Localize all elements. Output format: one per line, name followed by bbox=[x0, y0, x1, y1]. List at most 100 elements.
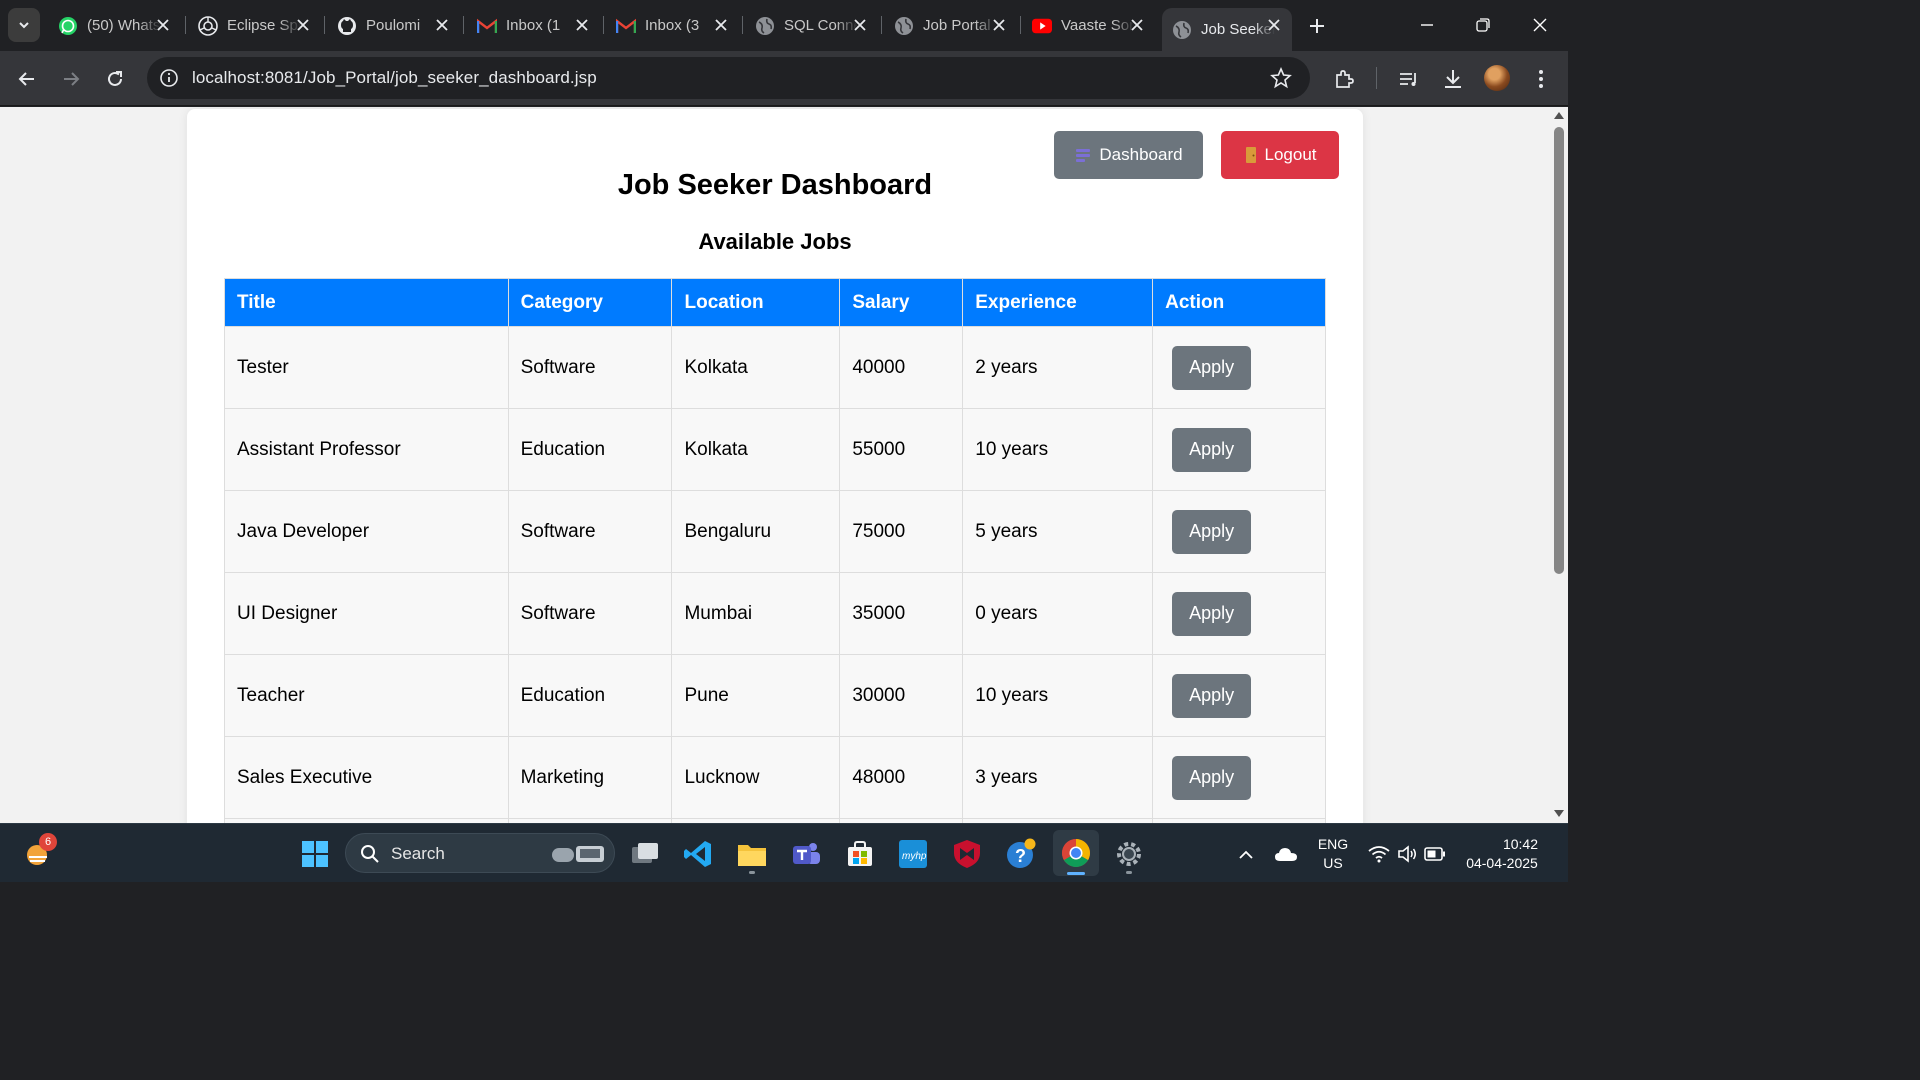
apply-button[interactable]: Apply bbox=[1172, 345, 1252, 390]
apply-button[interactable]: Apply bbox=[1172, 591, 1252, 636]
reading-list-button[interactable] bbox=[1393, 63, 1425, 95]
tab-search-button[interactable] bbox=[8, 8, 40, 42]
teams-icon bbox=[793, 843, 820, 864]
job-location-cell: Mumbai bbox=[671, 572, 841, 655]
column-header-title: Title bbox=[224, 278, 509, 327]
vscode-app[interactable] bbox=[678, 834, 718, 874]
speaker-icon bbox=[1398, 845, 1416, 863]
tab-youtube[interactable]: Vaaste Song bbox=[1022, 8, 1155, 43]
taskbar-search[interactable]: Search bbox=[345, 833, 615, 873]
start-button[interactable] bbox=[295, 834, 335, 874]
apply-button[interactable]: Apply bbox=[1172, 673, 1252, 718]
gamepad-icon bbox=[552, 846, 604, 862]
tab-job-seeker-active[interactable]: Job Seeker bbox=[1162, 8, 1292, 51]
clock-time: 10:42 bbox=[1502, 836, 1538, 852]
mcafee-app[interactable] bbox=[947, 834, 987, 874]
teams-app[interactable] bbox=[786, 834, 826, 874]
column-header-location: Location bbox=[671, 278, 841, 327]
battery-icon bbox=[1424, 847, 1445, 861]
back-button[interactable] bbox=[11, 63, 43, 95]
url-text[interactable]: localhost:8081/Job_Portal/job_seeker_das… bbox=[192, 68, 597, 88]
playlist-icon bbox=[1400, 73, 1416, 86]
microsoft-store-app[interactable] bbox=[840, 834, 880, 874]
close-icon[interactable] bbox=[991, 17, 1007, 33]
search-icon bbox=[361, 845, 379, 863]
tab-title: Vaaste Song bbox=[1061, 17, 1135, 34]
job-category-cell: Software bbox=[507, 326, 673, 409]
tab-github[interactable]: Poulomi bbox=[327, 8, 460, 43]
task-view-button[interactable] bbox=[625, 834, 665, 874]
job-action-cell: Apply bbox=[1152, 326, 1326, 409]
tab-whatsapp[interactable]: (50) WhatsApp bbox=[48, 8, 181, 43]
job-salary-cell: 48000 bbox=[839, 736, 964, 819]
job-action-cell: Apply bbox=[1152, 654, 1326, 737]
profile-avatar[interactable] bbox=[1484, 65, 1510, 91]
tab-title: (50) WhatsApp bbox=[87, 17, 161, 34]
clock[interactable]: 10:42 04-04-2025 bbox=[1460, 835, 1544, 873]
running-indicator bbox=[749, 871, 755, 874]
file-explorer-app[interactable] bbox=[732, 834, 772, 874]
language-primary: ENG bbox=[1317, 836, 1349, 852]
close-icon[interactable] bbox=[574, 17, 590, 33]
globe-icon bbox=[894, 16, 914, 36]
github-icon bbox=[337, 16, 357, 36]
notification-badge: 6 bbox=[39, 833, 57, 851]
scroll-down-arrow[interactable] bbox=[1554, 810, 1564, 817]
close-icon[interactable] bbox=[434, 17, 450, 33]
tab-gmail-1[interactable]: Inbox (1 bbox=[467, 8, 600, 43]
table-row: Assistant Professor Education Kolkata 55… bbox=[224, 408, 1326, 491]
close-icon[interactable] bbox=[1129, 17, 1145, 33]
close-icon[interactable] bbox=[852, 17, 868, 33]
tab-sql-connection[interactable]: SQL Connection bbox=[745, 8, 878, 43]
downloads-button[interactable] bbox=[1437, 63, 1469, 95]
get-help-app[interactable]: ? bbox=[1001, 834, 1041, 874]
new-tab-button[interactable] bbox=[1303, 12, 1331, 40]
restore-button[interactable] bbox=[1463, 8, 1503, 42]
chrome-app-active[interactable] bbox=[1053, 830, 1099, 876]
apply-button[interactable]: Apply bbox=[1172, 755, 1252, 800]
chrome-icon bbox=[1062, 839, 1090, 867]
window-close-button[interactable] bbox=[1520, 8, 1560, 42]
address-bar[interactable]: localhost:8081/Job_Portal/job_seeker_das… bbox=[147, 57, 1310, 99]
vertical-scrollbar[interactable] bbox=[1550, 107, 1568, 823]
forward-button[interactable] bbox=[55, 63, 87, 95]
close-icon[interactable] bbox=[1266, 17, 1282, 33]
tab-eclipse[interactable]: Eclipse Spring bbox=[188, 8, 321, 43]
reload-button[interactable] bbox=[99, 63, 131, 95]
download-icon bbox=[1445, 70, 1461, 88]
star-icon[interactable] bbox=[1270, 67, 1292, 89]
tab-title: Poulomi bbox=[366, 17, 421, 34]
onedrive-button[interactable] bbox=[1266, 834, 1306, 874]
settings-app[interactable] bbox=[1109, 834, 1149, 874]
arrow-left-icon bbox=[18, 72, 34, 86]
menu-button[interactable] bbox=[1525, 63, 1557, 95]
tab-job-portal[interactable]: Job Portal bbox=[884, 8, 1017, 43]
tab-gmail-2[interactable]: Inbox (3 bbox=[606, 8, 739, 43]
scrollbar-thumb[interactable] bbox=[1554, 127, 1564, 574]
info-icon[interactable] bbox=[159, 68, 179, 88]
kebab-menu-icon bbox=[1539, 70, 1543, 88]
column-header-experience: Experience bbox=[962, 278, 1154, 327]
myhp-app[interactable]: myhp bbox=[893, 834, 933, 874]
language-indicator[interactable]: ENG US bbox=[1313, 835, 1353, 873]
scroll-up-arrow[interactable] bbox=[1554, 112, 1564, 119]
minimize-button[interactable] bbox=[1407, 8, 1447, 42]
apply-button[interactable]: Apply bbox=[1172, 509, 1252, 554]
close-icon[interactable] bbox=[295, 17, 311, 33]
weather-widget[interactable]: 6 bbox=[18, 833, 58, 874]
job-title-cell: Teacher bbox=[224, 654, 509, 737]
close-icon[interactable] bbox=[713, 17, 729, 33]
job-salary-cell: 35000 bbox=[839, 572, 964, 655]
restore-icon bbox=[1476, 18, 1490, 32]
reload-icon bbox=[108, 71, 122, 86]
myhp-icon: myhp bbox=[899, 840, 927, 868]
tab-title: Eclipse Spring bbox=[227, 17, 301, 34]
job-location-cell: Pune bbox=[671, 654, 841, 737]
show-hidden-icons-button[interactable] bbox=[1226, 834, 1266, 874]
tab-separator bbox=[324, 16, 325, 34]
quick-settings-button[interactable] bbox=[1365, 834, 1449, 874]
extensions-button[interactable] bbox=[1328, 63, 1360, 95]
tab-separator bbox=[603, 16, 604, 34]
apply-button[interactable]: Apply bbox=[1172, 427, 1252, 472]
close-icon[interactable] bbox=[155, 17, 171, 33]
